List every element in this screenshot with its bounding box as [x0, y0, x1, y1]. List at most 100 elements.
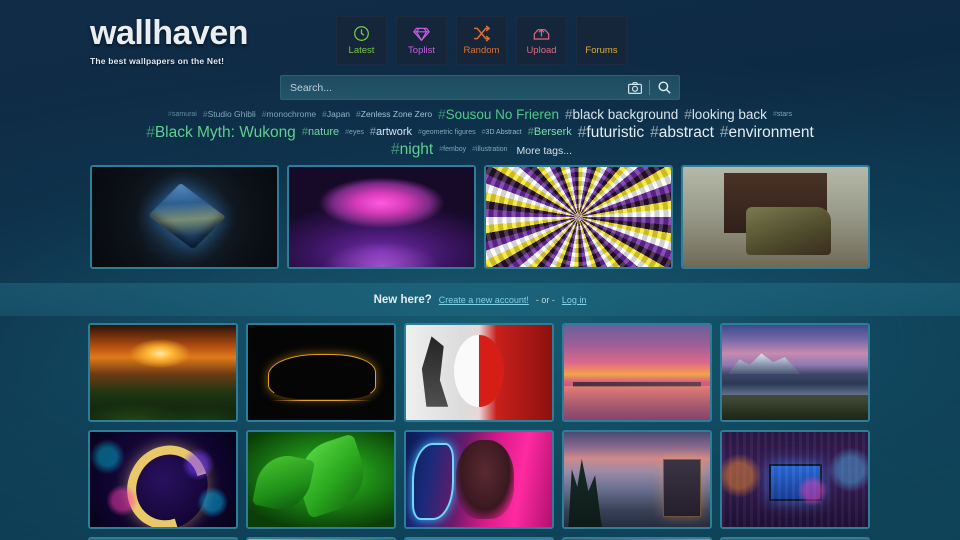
nav-item-upload[interactable]: Upload: [516, 16, 567, 65]
wallpaper-thumb-green-leaves-dew[interactable]: [246, 430, 396, 529]
hash-icon: #: [481, 128, 486, 136]
hash-icon: #: [356, 109, 361, 120]
wallpaper-thumbnail-image: [90, 432, 236, 527]
featured-wallpaper-blue-voxel-cube[interactable]: [90, 165, 279, 269]
login-link[interactable]: Log in: [562, 295, 587, 305]
tag-link[interactable]: #Zenless Zone Zero: [356, 106, 432, 123]
hash-icon: #: [391, 140, 400, 158]
nav-item-random[interactable]: Random: [456, 16, 507, 65]
chat-icon: [593, 25, 610, 42]
wallpaper-thumbnail-image: [722, 432, 868, 527]
hash-icon: #: [439, 145, 444, 153]
tag-label: eyes: [349, 128, 364, 136]
tag-link[interactable]: #geometric figures: [418, 124, 476, 141]
tag-link[interactable]: #black background: [565, 106, 678, 123]
nav-item-latest[interactable]: Latest: [336, 16, 387, 65]
tag-link[interactable]: #samurai: [168, 106, 197, 123]
nav-item-label: Toplist: [408, 45, 435, 56]
tag-label: environment: [728, 123, 814, 141]
wallpaper-thumb-neon-bear-outline[interactable]: [246, 323, 396, 422]
more-tags-link[interactable]: More tags...: [517, 143, 572, 160]
nav-item-toplist[interactable]: Toplist: [396, 16, 447, 65]
tag-link[interactable]: #abstract: [650, 124, 714, 141]
tag-link[interactable]: #femboy: [439, 141, 466, 158]
tag-link[interactable]: #looking back: [684, 106, 767, 123]
shuffle-icon: [473, 25, 491, 42]
wallpaper-thumb-psychedelic-moon[interactable]: [88, 430, 238, 529]
tag-link[interactable]: #environment: [720, 124, 814, 141]
tag-label: nature: [307, 125, 340, 138]
search-submit-button[interactable]: [650, 76, 679, 99]
tag-link[interactable]: #stars: [773, 106, 792, 123]
tag-link[interactable]: #eyes: [345, 124, 364, 141]
featured-wallpapers: [90, 165, 870, 269]
clock-icon: [353, 25, 370, 42]
hash-icon: #: [472, 145, 477, 153]
wallpaper-thumb-neon-portrait[interactable]: [404, 430, 554, 529]
tag-cloud: #samurai #Studio Ghibli #monochrome #Japan #…: [140, 106, 820, 160]
create-account-link[interactable]: Create a new account!: [439, 295, 529, 305]
tag-label: Japan: [326, 109, 351, 120]
wallpaper-thumbnail-image: [92, 167, 277, 267]
tag-label: Black Myth: Wukong: [154, 123, 296, 141]
tag-link[interactable]: #artwork: [370, 124, 412, 141]
diamond-icon: [413, 25, 430, 42]
upload-icon: [533, 25, 550, 42]
tag-link[interactable]: #Japan: [322, 106, 350, 123]
hash-icon: #: [146, 123, 155, 141]
main-nav: Latest Toplist Random Upload Forums: [336, 16, 627, 65]
nav-item-label: Forums: [585, 45, 618, 56]
hash-icon: #: [577, 123, 587, 141]
featured-wallpaper-purple-portal-canyon[interactable]: [287, 165, 476, 269]
tag-link[interactable]: #Berserk: [528, 124, 572, 141]
tag-link[interactable]: #3D Abstract: [482, 124, 522, 141]
wallpaper-thumb-sunset-valley[interactable]: [88, 323, 238, 422]
wallpaper-thumb-winter-tower[interactable]: [562, 430, 712, 529]
wallpaper-thumb-pixel-art-room[interactable]: [720, 430, 870, 529]
wallpaper-thumb-samurai-yin-yang[interactable]: [404, 323, 554, 422]
tag-link[interactable]: #monochrome: [262, 106, 316, 123]
tag-label: monochrome: [266, 109, 317, 120]
tag-label: Studio Ghibli: [207, 109, 256, 120]
search-bar[interactable]: [280, 75, 680, 100]
tag-link[interactable]: #Black Myth: Wukong: [146, 124, 296, 141]
wallpaper-thumb-mountain-lake[interactable]: [720, 323, 870, 422]
tag-label: looking back: [691, 107, 767, 123]
tag-label: femboy: [443, 145, 467, 153]
wallhaven-homepage: wallhaven The best wallpapers on the Net…: [0, 0, 960, 540]
or-separator: - or -: [535, 294, 555, 305]
tag-row: #samurai #Studio Ghibli #monochrome #Japan #…: [140, 106, 820, 123]
tag-link[interactable]: #Sousou No Frieren: [438, 106, 559, 123]
nav-item-forums[interactable]: Forums: [576, 16, 627, 65]
site-logo[interactable]: wallhaven The best wallpapers on the Net…: [90, 16, 249, 66]
hash-icon: #: [772, 111, 777, 119]
hash-icon: #: [719, 123, 729, 141]
tag-link[interactable]: #nature: [302, 124, 339, 141]
tag-row: #Black Myth: Wukong #nature #eyes #artwork #…: [140, 123, 820, 141]
featured-wallpaper-optical-illusion[interactable]: [484, 165, 673, 269]
wallpaper-thumbnail-image: [486, 167, 671, 267]
hash-icon: #: [168, 111, 172, 119]
tag-link[interactable]: #futuristic: [578, 124, 644, 141]
wallpaper-thumb-pier-sunset[interactable]: [562, 323, 712, 422]
new-here-banner: New here? Create a new account! - or - L…: [0, 283, 960, 316]
hash-icon: #: [301, 125, 308, 138]
tag-label: 3D Abstract: [485, 128, 522, 136]
hash-icon: #: [418, 128, 422, 136]
wallpaper-thumbnail-image: [406, 325, 552, 420]
tag-link[interactable]: #night: [391, 141, 433, 158]
nav-item-label: Upload: [526, 45, 557, 56]
tag-link[interactable]: #illustration: [472, 141, 507, 158]
wallpaper-thumbnail-image: [248, 325, 394, 420]
hash-icon: #: [345, 128, 350, 136]
camera-icon[interactable]: [620, 76, 649, 99]
wallpaper-thumbnail-image: [564, 325, 710, 420]
search-input[interactable]: [281, 81, 620, 94]
tag-label: geometric figures: [421, 128, 476, 136]
nav-item-label: Latest: [348, 45, 375, 56]
tag-label: samurai: [171, 111, 197, 119]
tag-link[interactable]: #Studio Ghibli: [203, 106, 256, 123]
tag-label: artwork: [375, 125, 413, 138]
featured-wallpaper-woman-on-sofa[interactable]: [681, 165, 870, 269]
tag-label: abstract: [658, 123, 714, 141]
